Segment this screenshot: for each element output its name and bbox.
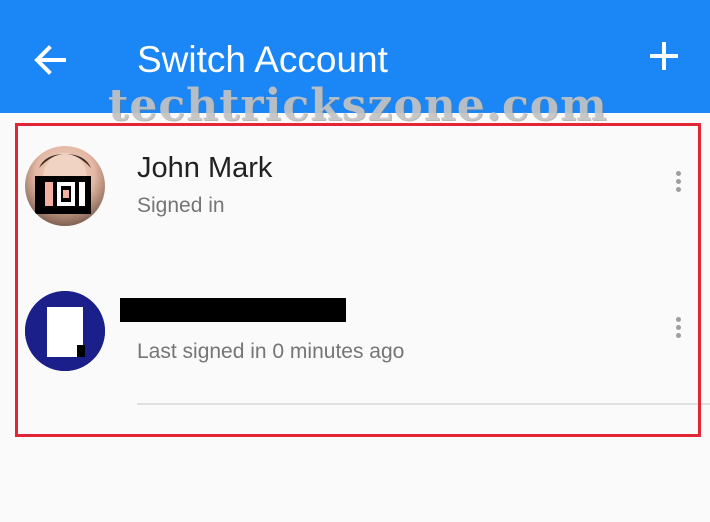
highlight-box: [15, 123, 701, 437]
add-account-plus-icon[interactable]: [648, 40, 680, 72]
back-arrow-icon[interactable]: [30, 40, 70, 80]
page-title: Switch Account: [137, 39, 388, 80]
app-bar: Switch Account: [0, 0, 710, 113]
